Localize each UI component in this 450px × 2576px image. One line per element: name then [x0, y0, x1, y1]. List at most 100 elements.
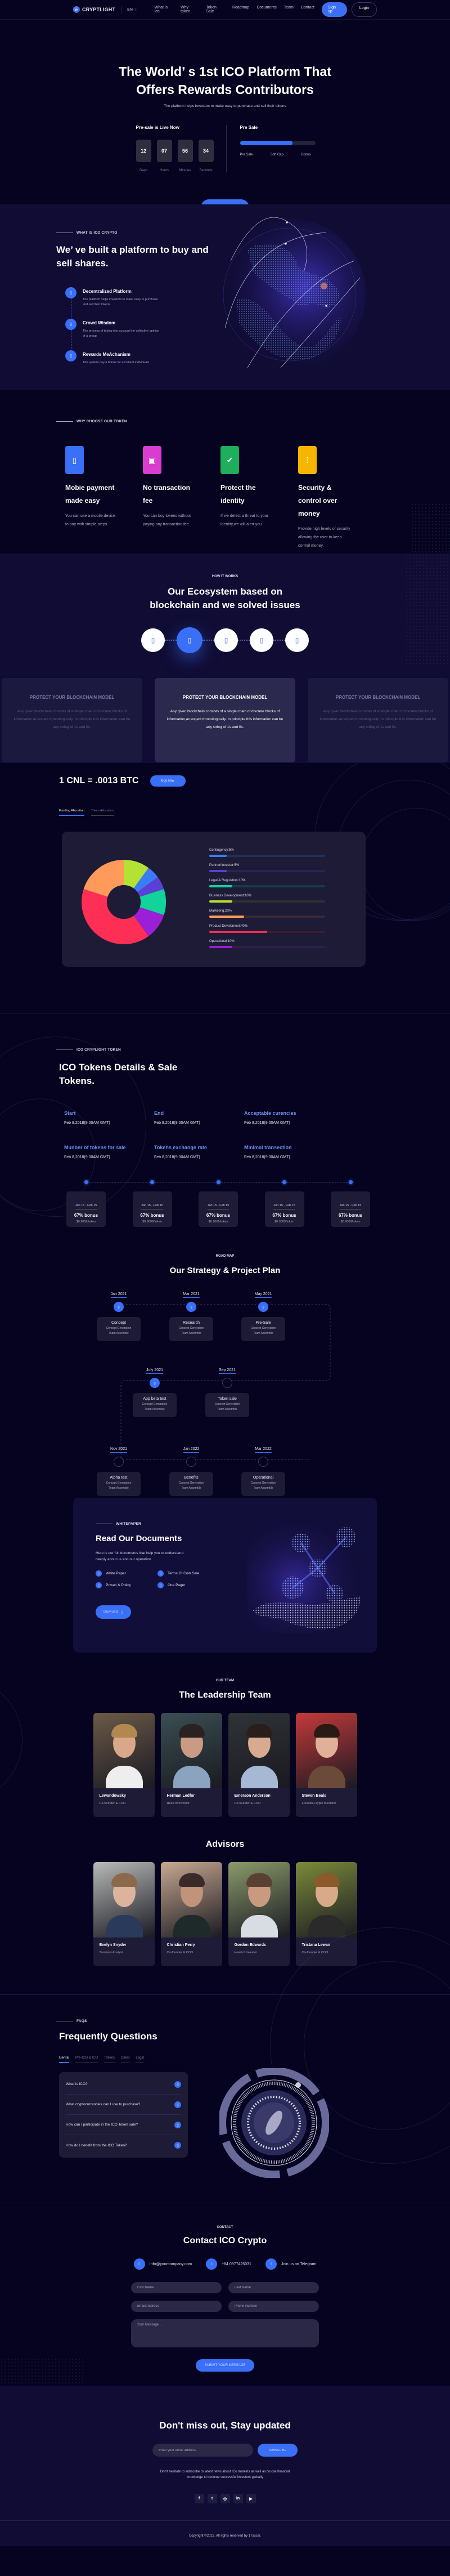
person-card[interactable]: Christian Perry Co-founder & COO: [160, 1862, 222, 1966]
person-photo: [93, 1713, 155, 1788]
roadmap-card: Research Concept Generation Team Assemble: [169, 1317, 213, 1341]
stage-price: $0.9009/token: [340, 1220, 361, 1224]
step-2-button[interactable]: ▯: [177, 627, 202, 653]
twitter-icon[interactable]: t: [207, 2494, 217, 2503]
tab-funding-allocation[interactable]: Funding Allocation: [59, 809, 84, 816]
person-card[interactable]: Evelyn Snyder Business Analyst: [93, 1862, 155, 1966]
expand-icon[interactable]: ▯: [174, 2101, 181, 2108]
faq-tab-tokens[interactable]: Tokens: [104, 2056, 115, 2063]
contact-telegram[interactable]: ▯ Join us on Telegram: [265, 2258, 316, 2270]
why-item: ⁞ Security & control over money Provide …: [298, 446, 376, 550]
presale-title: Pre Sale: [240, 125, 258, 130]
roadmap-date: May 2021: [254, 1292, 272, 1298]
first-name-field[interactable]: [131, 2282, 222, 2293]
faq-tab-legal[interactable]: Legal: [136, 2056, 145, 2063]
person-card[interactable]: Steven Beals Founder,Crypto mediator: [295, 1713, 357, 1817]
download-button[interactable]: Dowload ▯: [96, 1605, 131, 1619]
milestone-pending-icon: [258, 1457, 268, 1467]
nav-link-what-is-ico[interactable]: What is ico: [155, 6, 173, 14]
progress-mark-bonus: Bonus: [301, 153, 311, 157]
person-card[interactable]: Gordon Edwards Head of Investor: [228, 1862, 290, 1966]
nav-link-documents[interactable]: Documents: [256, 6, 276, 14]
roadmap-card-line: Team Assemble: [217, 1408, 237, 1411]
doc-link-white-paper[interactable]: ▯ White Paper: [96, 1570, 158, 1577]
how-card-active[interactable]: PROTECT YOUR BLOCKCHAIN MODEL Any given b…: [155, 678, 295, 762]
language-selector[interactable]: EN ▯: [127, 8, 137, 12]
tab-token-allocation[interactable]: Token Allocation: [91, 809, 114, 816]
stage-date: Jan 15 - Feb 15: [273, 1204, 295, 1209]
step-4-button[interactable]: ▯: [250, 628, 273, 652]
phone-field[interactable]: [228, 2301, 319, 2312]
step-3-button[interactable]: ▯: [214, 628, 238, 652]
roadmap-item: Jan 2021 ▯ Concept Concept Generation Tea…: [97, 1288, 141, 1341]
email-field[interactable]: [131, 2301, 222, 2312]
contact-phone-text: +84 0977425031: [222, 2262, 251, 2266]
language-label: EN: [127, 7, 133, 12]
subscribe-button[interactable]: SUBSCRIBE: [258, 2444, 298, 2457]
person-role: Business Analyst: [99, 1951, 123, 1954]
contact-email[interactable]: ▯ Info@yourcompany.com: [133, 2258, 192, 2270]
roadmap-card-title: Token sale: [218, 1397, 237, 1401]
ico-title: ICO Tokens Details & Sale Tokens.: [59, 1062, 178, 1086]
signup-button[interactable]: Sign up: [321, 2, 347, 17]
faq-tab-pre-ico[interactable]: Pre-ICO & ICO: [75, 2056, 98, 2063]
step-1-button[interactable]: ▯: [141, 628, 165, 652]
submit-message-button[interactable]: SUBMIT YOUR MESSAGE: [195, 2359, 255, 2372]
step-5-button[interactable]: ▯: [285, 628, 309, 652]
person-name: Gordon Edwards: [234, 1943, 266, 1947]
faq-tab-client[interactable]: Client: [121, 2056, 130, 2063]
message-field[interactable]: [131, 2319, 319, 2347]
newsletter-email-input[interactable]: [152, 2444, 253, 2457]
instagram-icon[interactable]: ◎: [220, 2494, 230, 2503]
why-item: ✔ Protect the identity If we detect a th…: [220, 446, 298, 550]
legend-bar-fill: [209, 916, 244, 918]
logo[interactable]: e CRYPTLIGHT: [73, 6, 115, 13]
legend-item: Marketing:20%: [209, 909, 325, 918]
nav-link-why-token[interactable]: Why token: [181, 6, 199, 14]
nav-link-roadmap[interactable]: Roadmap: [232, 6, 249, 14]
expand-icon[interactable]: ▯: [174, 2142, 181, 2149]
nav-link-team[interactable]: Team: [284, 6, 294, 14]
doc-link-terms[interactable]: ▯ Terms Of Coin Sale: [158, 1570, 219, 1577]
hero-subtitle: The platform helps investors to make eas…: [164, 104, 286, 108]
buy-now-button[interactable]: Buy now: [150, 775, 186, 787]
login-button[interactable]: Login: [351, 2, 377, 17]
person-card[interactable]: Lewandowsky Co-founder & COO: [93, 1713, 155, 1817]
download-label: Dowload: [104, 1610, 118, 1614]
person-name: Evelyn Snyder: [99, 1943, 127, 1947]
countdown-value: 34: [198, 140, 214, 162]
youtube-icon[interactable]: ▶: [246, 2494, 256, 2503]
faq-item[interactable]: How do I benefit from the ICO Token? ▯: [66, 2135, 181, 2155]
legend-item: Product Develoment:40%: [209, 925, 325, 933]
faq-item[interactable]: What cryptocurrencies can I use to purch…: [66, 2095, 181, 2115]
how-card[interactable]: PROTECT YOUR BLOCKCHAIN MODEL Any given b…: [2, 678, 142, 762]
person-card[interactable]: Emerson Anderson Co-founder & COO: [228, 1713, 290, 1817]
doc-link-one-pager[interactable]: ▯ One Pager: [158, 1582, 219, 1588]
detail-title: Tokens exchange rate: [154, 1145, 207, 1150]
faq-item[interactable]: How can I participate in the ICO Token s…: [66, 2115, 181, 2135]
roadmap-card-line: Concept Generation: [214, 1403, 240, 1406]
facebook-icon[interactable]: f: [194, 2494, 204, 2503]
legend-bar-track: [209, 916, 325, 918]
linkedin-icon[interactable]: in: [233, 2494, 243, 2503]
how-card[interactable]: PROTECT YOUR BLOCKCHAIN MODEL Any given b…: [308, 678, 448, 762]
expand-icon[interactable]: ▯: [174, 2121, 181, 2128]
person-photo: [228, 1862, 290, 1937]
nav-link-token-sale[interactable]: Token Sale: [206, 6, 225, 14]
roadmap-card-title: Concept: [111, 1321, 127, 1325]
faq-tab-general[interactable]: Genral: [59, 2056, 70, 2063]
nav-link-contact[interactable]: Contact: [301, 6, 314, 14]
sale-stage: Jan 15 - Feb 15 67% bonus $0.9009/token: [66, 1180, 106, 1227]
person-name: Herman Ledfor: [166, 1794, 195, 1798]
last-name-field[interactable]: [228, 2282, 319, 2293]
team-title: The Leadership Team: [179, 1690, 271, 1700]
contact-phone[interactable]: ▯ +84 0977425031: [206, 2258, 251, 2270]
expand-icon[interactable]: ▯: [174, 2081, 181, 2088]
stage-date: Jan 15 - Feb 15: [75, 1204, 97, 1209]
roadmap-card-title: Research: [183, 1321, 200, 1325]
step-connector: [238, 640, 250, 641]
doc-link-privacy[interactable]: ▯ Privaci & Policy: [96, 1582, 158, 1588]
section-label: CONTACT: [217, 2226, 233, 2229]
person-card[interactable]: Herman Ledfor Head of Investor: [160, 1713, 222, 1817]
faq-item[interactable]: What is ICO? ▯: [66, 2074, 181, 2095]
